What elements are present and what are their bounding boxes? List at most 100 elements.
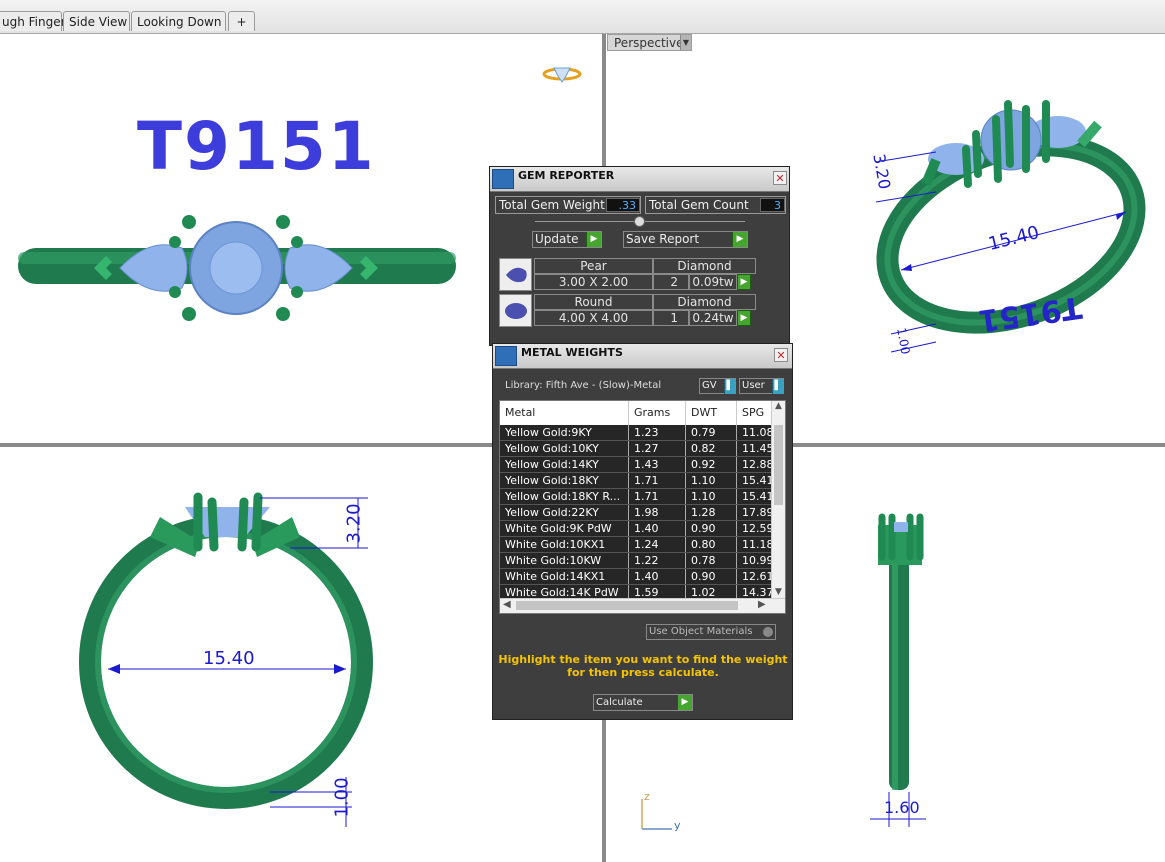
table-row[interactable]: Yellow Gold:18KY R... 1.71 1.10 15.41	[500, 489, 773, 505]
metal-weights-title: METAL WEIGHTS	[521, 346, 623, 359]
dwt-value: 1.28	[686, 505, 737, 520]
add-tab-button[interactable]: +	[228, 11, 255, 31]
close-icon[interactable]: ✕	[774, 348, 788, 362]
table-row[interactable]: White Gold:14KX1 1.40 0.90 12.61	[500, 569, 773, 585]
table-row[interactable]: Yellow Gold:18KY 1.71 1.10 15.41	[500, 473, 773, 489]
metal-weights-panel: METAL WEIGHTS ✕ Library: Fifth Ave - (Sl…	[492, 343, 793, 720]
spg-value: 17.89	[737, 505, 773, 520]
update-label: Update	[535, 232, 579, 246]
spg-value: 12.61	[737, 569, 773, 584]
gem-shape: Pear	[534, 258, 653, 274]
metal-weights-header[interactable]: METAL WEIGHTS ✕	[493, 344, 792, 369]
view-mode-dropdown[interactable]: Perspective ▼	[607, 34, 692, 51]
table-row[interactable]: Yellow Gold:10KY 1.27 0.82 11.45	[500, 441, 773, 457]
grams-value: 1.27	[629, 441, 686, 456]
dwt-value: 1.10	[686, 489, 737, 504]
dimension-height: 3.20	[343, 503, 365, 544]
table-row[interactable]: White Gold:10KW 1.22 0.78 10.99	[500, 553, 773, 569]
gem-row[interactable]: Pear Diamond 3.00 X 2.00 2 0.09tw ▶	[499, 258, 756, 292]
tab-label: Looking Down	[137, 15, 222, 29]
tab-looking-down[interactable]: Looking Down	[131, 11, 226, 31]
user-label: User	[742, 380, 765, 391]
table-row[interactable]: Yellow Gold:9KY 1.23 0.79 11.08	[500, 425, 773, 441]
grams-value: 1.22	[629, 553, 686, 568]
spg-value: 12.88	[737, 457, 773, 472]
metal-name: Yellow Gold:22KY	[500, 505, 629, 520]
grams-value: 1.71	[629, 489, 686, 504]
gem-size: 3.00 X 2.00	[534, 274, 653, 290]
column-header-dwt[interactable]: DWT	[686, 401, 737, 425]
gem-material: Diamond	[653, 258, 756, 274]
column-header-spg[interactable]: SPG	[737, 401, 773, 425]
scroll-up-icon[interactable]: ▲	[773, 401, 784, 415]
vertical-scrollbar[interactable]: ▲ ▼	[771, 401, 785, 601]
use-object-materials-toggle[interactable]: Use Object Materials	[646, 624, 776, 640]
table-row[interactable]: Yellow Gold:14KY 1.43 0.92 12.88	[500, 457, 773, 473]
user-toggle[interactable]: User ▌	[739, 378, 784, 394]
spg-value: 11.45	[737, 441, 773, 456]
gem-detail-arrow-icon[interactable]: ▶	[737, 310, 751, 326]
play-arrow-icon: ▶	[677, 695, 692, 710]
spg-value: 15.41	[737, 489, 773, 504]
dwt-value: 0.80	[686, 537, 737, 552]
metal-name: Yellow Gold:18KY R...	[500, 489, 629, 504]
metal-name: White Gold:10KW	[500, 553, 629, 568]
dwt-value: 1.10	[686, 473, 737, 488]
metal-name: Yellow Gold:10KY	[500, 441, 629, 456]
gem-count: 1	[653, 310, 689, 326]
radio-icon	[763, 627, 773, 637]
metal-name: Yellow Gold:18KY	[500, 473, 629, 488]
grams-value: 1.98	[629, 505, 686, 520]
scroll-right-icon[interactable]: ▶	[758, 599, 766, 610]
metal-name: White Gold:10KX1	[500, 537, 629, 552]
dwt-value: 0.79	[686, 425, 737, 440]
gem-reporter-header[interactable]: GEM REPORTER ✕	[490, 167, 789, 192]
dwt-value: 0.78	[686, 553, 737, 568]
total-gem-weight-field: Total Gem Weight .33	[495, 196, 641, 214]
grams-value: 1.40	[629, 569, 686, 584]
save-report-button[interactable]: Save Report ▶	[623, 231, 748, 248]
table-row[interactable]: Yellow Gold:22KY 1.98 1.28 17.89	[500, 505, 773, 521]
slider-handle[interactable]	[634, 216, 645, 227]
metal-weights-icon	[495, 346, 517, 366]
total-gem-weight-value: .33	[606, 198, 640, 212]
hint-text-line1: Highlight the item you want to find the …	[498, 653, 788, 666]
scroll-thumb[interactable]	[774, 425, 783, 505]
total-gem-count-field: Total Gem Count 3	[645, 196, 786, 214]
column-header-grams[interactable]: Grams	[629, 401, 686, 425]
horizontal-scrollbar[interactable]: ◀ ▶	[500, 598, 785, 613]
gem-logo-icon	[542, 67, 582, 83]
gem-row[interactable]: Round Diamond 4.00 X 4.00 1 0.24tw ▶	[499, 294, 756, 328]
table-header: Metal Grams DWT SPG	[500, 401, 773, 425]
play-arrow-icon: ▶	[586, 232, 601, 247]
dwt-value: 0.90	[686, 569, 737, 584]
plus-icon: +	[236, 15, 247, 29]
close-icon[interactable]: ✕	[773, 171, 787, 185]
update-button[interactable]: Update ▶	[532, 231, 602, 248]
dwt-value: 0.90	[686, 521, 737, 536]
scroll-thumb-horizontal[interactable]	[516, 601, 738, 610]
gem-detail-arrow-icon[interactable]: ▶	[737, 274, 751, 290]
table-row[interactable]: White Gold:10KX1 1.24 0.80 11.18	[500, 537, 773, 553]
calculate-button[interactable]: Calculate ▶	[593, 694, 693, 711]
round-gem-icon	[499, 294, 532, 327]
column-header-metal[interactable]: Metal	[500, 401, 629, 425]
toggle-icon: ▌	[772, 379, 783, 394]
grams-value: 1.43	[629, 457, 686, 472]
scroll-left-icon[interactable]: ◀	[503, 599, 511, 610]
metal-name: White Gold:14KX1	[500, 569, 629, 584]
tab-side-view[interactable]: Side View	[63, 11, 130, 31]
tab-through-finger[interactable]: ugh Finger	[0, 11, 66, 31]
metal-weights-table[interactable]: Metal Grams DWT SPG Yellow Gold:9KY 1.23 0…	[499, 400, 786, 614]
view-mode-label: Perspective	[614, 36, 684, 50]
gv-label: GV	[702, 380, 717, 391]
library-label: Library: Fifth Ave - (Slow)-Metal	[505, 380, 662, 391]
hint-text-line2: for then press calculate.	[567, 666, 719, 679]
gem-material: Diamond	[653, 294, 756, 310]
gv-toggle[interactable]: GV ▌	[699, 378, 736, 394]
table-row[interactable]: White Gold:9K PdW 1.40 0.90 12.59	[500, 521, 773, 537]
dimension-band-width: 1.60	[884, 798, 920, 817]
total-gem-count-label: Total Gem Count	[649, 198, 749, 212]
dwt-value: 0.92	[686, 457, 737, 472]
total-gem-weight-label: Total Gem Weight	[499, 198, 605, 212]
